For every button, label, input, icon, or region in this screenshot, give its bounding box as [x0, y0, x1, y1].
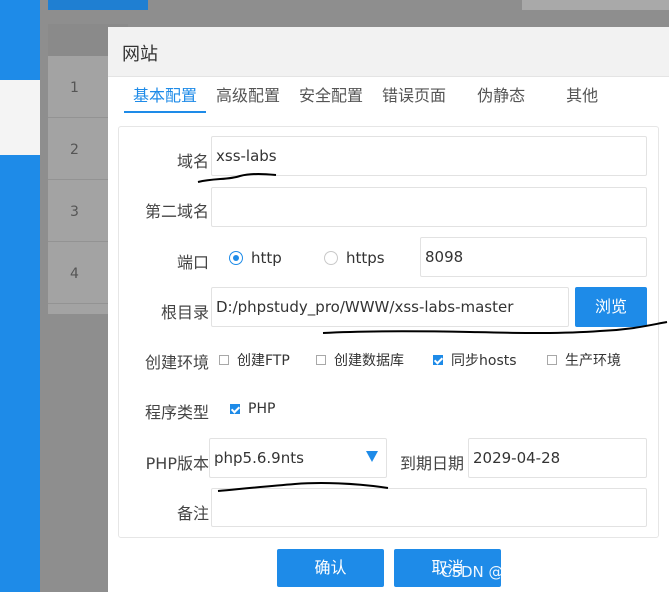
- php-version-label: PHP版本: [145, 454, 209, 473]
- row-number: 4: [70, 266, 79, 282]
- remark-input[interactable]: [211, 488, 647, 527]
- tab-rewrite[interactable]: 伪静态: [468, 83, 534, 113]
- basic-config-panel: 域名 xss-labs 第二域名 端口 http https 8098 根目录 …: [118, 126, 659, 538]
- root-dir-label: 根目录: [160, 303, 209, 322]
- watermark: CSDN @键盘侠暴龙战神: [441, 563, 609, 581]
- row-number: 1: [70, 80, 79, 96]
- php-checkbox[interactable]: PHP: [230, 401, 275, 417]
- expiry-date-input[interactable]: 2029-04-28: [468, 438, 647, 478]
- tab-other[interactable]: 其他: [557, 83, 607, 113]
- remark-label: 备注: [176, 504, 209, 523]
- port-input[interactable]: 8098: [420, 237, 647, 277]
- dialog-title: 网站: [108, 27, 669, 77]
- php-checkbox-label: PHP: [248, 401, 276, 417]
- tab-security-config[interactable]: 安全配置: [290, 83, 372, 113]
- create-ftp-label: 创建FTP: [237, 353, 290, 369]
- row-number: 3: [70, 204, 79, 220]
- tab-error-pages[interactable]: 错误页面: [373, 83, 455, 113]
- tab-advanced-config[interactable]: 高级配置: [207, 83, 289, 113]
- checkbox-icon: [547, 355, 557, 365]
- domain-label: 域名: [176, 152, 209, 171]
- second-domain-input[interactable]: [211, 187, 647, 227]
- expiry-label: 到期日期: [399, 454, 464, 473]
- site-dialog: 网站 基本配置 高级配置 安全配置 错误页面 伪静态 其他 域名 xss-lab…: [108, 27, 669, 592]
- http-radio[interactable]: http: [229, 249, 282, 267]
- create-ftp-checkbox[interactable]: 创建FTP: [219, 350, 290, 370]
- sidebar-active-item[interactable]: [0, 80, 40, 155]
- port-label: 端口: [176, 253, 209, 272]
- php-version-select[interactable]: php5.6.9nts: [209, 438, 387, 478]
- production-env-label: 生产环境: [565, 353, 621, 369]
- https-radio[interactable]: https: [324, 249, 385, 267]
- radio-checked-icon: [229, 251, 243, 265]
- program-type-label: 程序类型: [144, 403, 209, 422]
- php-version-value: php5.6.9nts: [214, 449, 304, 467]
- https-radio-label: https: [346, 249, 385, 267]
- sync-hosts-label: 同步hosts: [451, 353, 517, 369]
- env-label: 创建环境: [144, 353, 209, 372]
- radio-unchecked-icon: [324, 251, 338, 265]
- confirm-button[interactable]: 确认: [277, 549, 384, 587]
- checkbox-icon: [219, 355, 229, 365]
- http-radio-label: http: [251, 249, 282, 267]
- checkbox-checked-icon: [230, 404, 240, 414]
- search-box[interactable]: [522, 0, 669, 10]
- row-number: 2: [70, 142, 79, 158]
- create-site-button[interactable]: [48, 0, 148, 10]
- tab-basic-config[interactable]: 基本配置: [124, 83, 207, 113]
- app-sidebar: [0, 0, 40, 592]
- create-db-label: 创建数据库: [334, 353, 404, 369]
- second-domain-label: 第二域名: [144, 202, 209, 221]
- checkbox-icon: [316, 355, 326, 365]
- browse-button[interactable]: 浏览: [575, 287, 647, 327]
- domain-input[interactable]: xss-labs: [211, 136, 647, 176]
- production-env-checkbox[interactable]: 生产环境: [547, 350, 621, 370]
- sync-hosts-checkbox[interactable]: 同步hosts: [433, 350, 517, 370]
- tab-bar: 基本配置 高级配置 安全配置 错误页面 伪静态 其他: [124, 83, 608, 113]
- create-db-checkbox[interactable]: 创建数据库: [316, 350, 404, 370]
- checkbox-checked-icon: [433, 355, 443, 365]
- root-dir-input[interactable]: D:/phpstudy_pro/WWW/xss-labs-master: [211, 287, 569, 327]
